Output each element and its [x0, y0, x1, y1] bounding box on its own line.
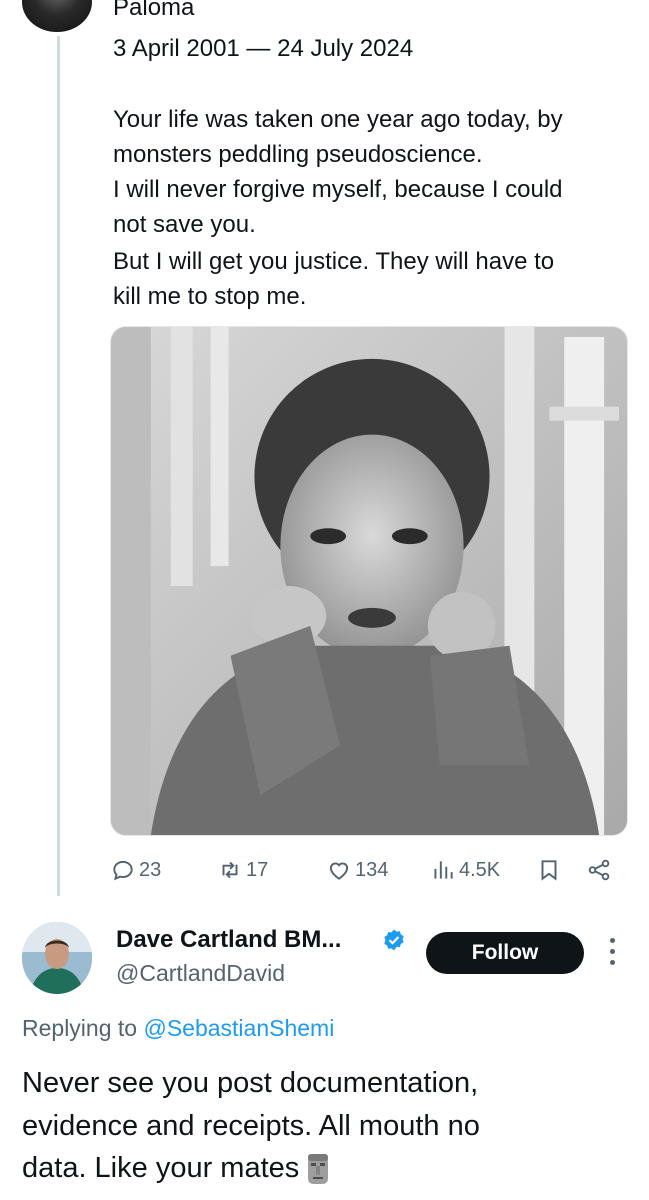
reply-handle[interactable]: @CartlandDavid	[116, 960, 285, 987]
reply-text-line: data. Like your mates	[22, 1152, 300, 1184]
moai-emoji-icon	[308, 1154, 329, 1185]
reply-text-line-last: data. Like your mates	[22, 1146, 331, 1190]
repost-action[interactable]: 17	[217, 850, 268, 890]
reply-author-avatar[interactable]	[22, 922, 92, 994]
reply-text-line: Never see you post documentation,	[22, 1067, 479, 1099]
tweet-photo[interactable]	[110, 326, 628, 836]
thread-connector-line	[57, 36, 60, 896]
views-icon	[434, 861, 453, 879]
repost-icon	[222, 861, 238, 879]
repost-count: 17	[246, 858, 269, 881]
reply-icon	[113, 860, 133, 881]
reply-text-line: evidence and receipts. All mouth no	[22, 1110, 480, 1142]
share-action[interactable]	[586, 850, 612, 890]
reply-action[interactable]: 23	[110, 850, 161, 890]
original-author-avatar[interactable]	[22, 0, 92, 32]
tweet-text-line: But I will get you justice. They will ha…	[113, 248, 555, 275]
reply-count: 23	[139, 858, 162, 881]
bookmark-icon	[541, 860, 557, 881]
views-count: 4.5K	[459, 858, 501, 881]
tweet-text-line: monsters peddling pseudoscience.	[113, 141, 483, 168]
like-icon	[329, 862, 349, 880]
replying-to-label: Replying to	[22, 1015, 144, 1041]
portrait-photo-image	[111, 327, 627, 835]
follow-button[interactable]: Follow	[426, 932, 584, 974]
share-icon	[588, 859, 610, 881]
tweet-action-bar: 23 17 134 4.5K	[110, 850, 630, 890]
more-icon[interactable]	[606, 938, 618, 972]
views-action[interactable]: 4.5K	[430, 850, 500, 890]
like-action[interactable]: 134	[326, 850, 388, 890]
replying-to-mention[interactable]: @SebastianShemi	[143, 1015, 334, 1041]
reply-display-name[interactable]: Dave Cartland BM...	[116, 926, 341, 954]
tweet-text-line: kill me to stop me.	[113, 283, 307, 310]
reply-author-photo	[22, 922, 92, 994]
tweet-name-partial: Paloma	[113, 0, 195, 21]
bookmark-action[interactable]	[536, 850, 562, 890]
tweet-text-line: I will never forgive myself, because I c…	[113, 176, 563, 203]
tweet-dates: 3 April 2001 — 24 July 2024	[113, 35, 414, 62]
like-count: 134	[355, 858, 389, 881]
replying-to-line: Replying to @SebastianShemi	[22, 1015, 334, 1042]
verified-badge-icon	[384, 929, 404, 951]
tweet-text-line: not save you.	[113, 211, 256, 238]
tweet-text-line: Your life was taken one year ago today, …	[113, 106, 563, 133]
